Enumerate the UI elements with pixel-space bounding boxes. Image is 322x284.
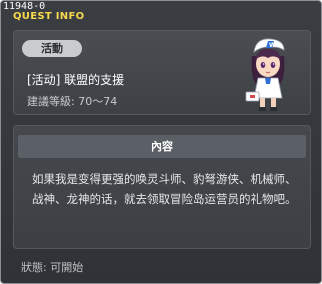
quest-info-window: 11948-0 QUEST INFO 活動 [活动] 联盟的支援 建議等級: 7… <box>0 0 322 284</box>
window-title: QUEST INFO <box>13 11 85 22</box>
content-header: 內容 <box>18 135 306 158</box>
npc-portrait-icon: W <box>245 38 285 111</box>
content-description: 如果我是变得更强的唤灵斗师、豹弩游侠、机械师、战神、龙神的话，就去领取冒险岛运营… <box>32 172 297 206</box>
quest-status: 狀態: 可開始 <box>21 261 84 274</box>
quest-summary-panel: 活動 [活动] 联盟的支援 建議等級: 70～74 W <box>13 30 311 115</box>
svg-text:W: W <box>269 42 276 49</box>
quest-type-badge: 活動 <box>22 40 82 57</box>
quest-name: [活动] 联盟的支援 <box>27 73 125 87</box>
quest-content-panel: 內容 如果我是变得更强的唤灵斗师、豹弩游侠、机械师、战神、龙神的话，就去领取冒险… <box>13 125 311 249</box>
recommended-level: 建議等級: 70～74 <box>27 95 118 108</box>
